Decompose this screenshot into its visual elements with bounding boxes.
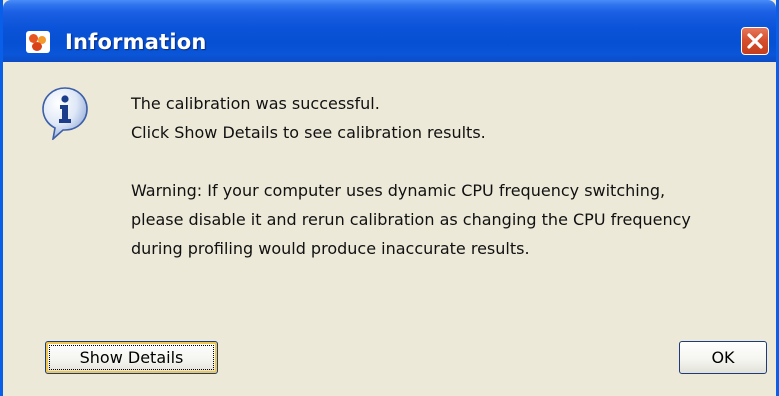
netbeans-profiler-icon: [26, 31, 50, 53]
information-dialog: Information The calibration was successf…: [0, 0, 779, 396]
close-button[interactable]: [741, 27, 769, 55]
information-icon: [42, 87, 88, 140]
message-line: Click Show Details to see calibration re…: [131, 123, 486, 142]
ok-label: OK: [711, 348, 735, 367]
warning-line: during profiling would produce inaccurat…: [131, 239, 530, 258]
warning-line: Warning: If your computer uses dynamic C…: [131, 181, 666, 200]
message-text: The calibration was successful. Click Sh…: [131, 89, 691, 263]
ok-button[interactable]: OK: [679, 341, 767, 374]
title-bar[interactable]: Information: [3, 0, 776, 62]
close-icon: [747, 33, 763, 49]
show-details-label: Show Details: [79, 348, 184, 367]
show-details-button[interactable]: Show Details: [45, 341, 218, 374]
dialog-title: Information: [65, 30, 207, 54]
message-line: The calibration was successful.: [131, 94, 380, 113]
warning-line: please disable it and rerun calibration …: [131, 210, 691, 229]
